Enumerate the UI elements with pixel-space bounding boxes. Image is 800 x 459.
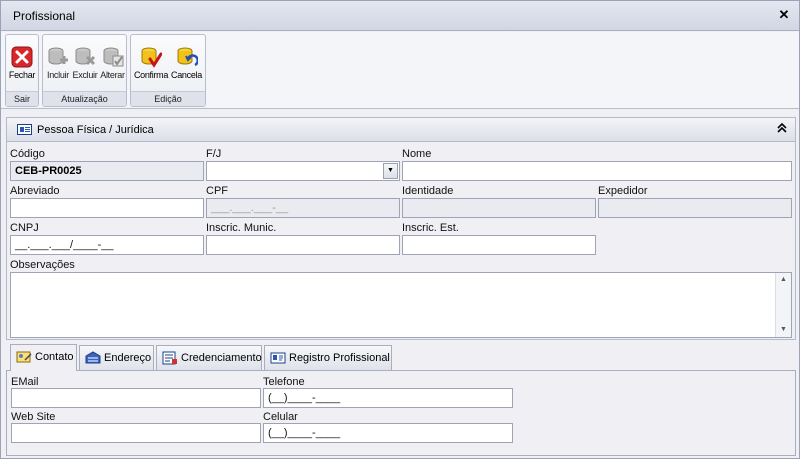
cancela-button[interactable]: Cancela [169, 38, 204, 88]
celular-label: Celular [263, 411, 298, 423]
inscric-munic-label: Inscric. Munic. [206, 222, 277, 234]
pessoa-panel: Pessoa Física / Jurídica Código CEB-PR00… [6, 117, 796, 340]
group-edicao: Confirma Cancela Edição [130, 34, 206, 107]
group-label-sair: Sair [6, 91, 38, 106]
expedidor-field[interactable] [598, 198, 792, 218]
db-edit-icon [103, 47, 123, 67]
scroll-down-icon[interactable]: ▼ [776, 323, 791, 337]
website-label: Web Site [11, 411, 56, 423]
chevron-down-icon[interactable]: ▼ [383, 163, 398, 179]
telefone-field[interactable]: (__)____-____ [263, 388, 513, 408]
alterar-button[interactable]: Alterar [99, 38, 126, 88]
abreviado-field[interactable] [10, 198, 204, 218]
email-label: EMail [11, 376, 39, 388]
identidade-label: Identidade [402, 185, 454, 197]
excluir-label: Excluir [72, 70, 98, 80]
group-atualizacao: Incluir Excluir Alterar Atualização [42, 34, 127, 107]
cnpj-label: CNPJ [10, 222, 39, 234]
scroll-up-icon[interactable]: ▲ [776, 273, 791, 287]
identidade-field[interactable] [402, 198, 596, 218]
observacoes-scrollbar[interactable]: ▲ ▼ [775, 273, 791, 337]
credential-icon [162, 351, 177, 365]
close-window-button[interactable]: ✕ [777, 7, 791, 23]
group-label-atualizacao: Atualização [43, 91, 126, 106]
ribbon-toolbar: Fechar Sair Incluir Excluir Alterar Atua… [1, 32, 799, 109]
collapse-panel-button[interactable] [777, 122, 787, 137]
telefone-label: Telefone [263, 376, 305, 388]
cancela-label: Cancela [171, 70, 202, 80]
db-confirm-icon [141, 47, 162, 68]
id-card-icon [270, 352, 286, 364]
db-delete-icon [75, 47, 96, 66]
pessoa-panel-header: Pessoa Física / Jurídica [7, 118, 795, 142]
codigo-label: Código [10, 148, 45, 160]
tab-contato[interactable]: Contato [10, 344, 77, 371]
fj-label: F/J [206, 148, 222, 160]
cpf-field[interactable]: ___.___.___-__ [206, 198, 400, 218]
tab-credenciamento-label: Credenciamento [181, 352, 262, 364]
alterar-label: Alterar [100, 70, 125, 80]
nome-field[interactable] [402, 161, 792, 181]
confirma-button[interactable]: Confirma [133, 38, 169, 88]
celular-field[interactable]: (__)____-____ [263, 423, 513, 443]
tab-endereco-label: Endereço [104, 352, 152, 364]
expedidor-label: Expedidor [598, 185, 648, 197]
inscric-est-field[interactable] [402, 235, 596, 255]
tab-credenciamento[interactable]: Credenciamento [156, 345, 262, 370]
inscric-munic-field[interactable] [206, 235, 400, 255]
observacoes-textarea[interactable]: ▲ ▼ [10, 272, 792, 338]
address-icon [85, 351, 101, 364]
email-field[interactable] [11, 388, 261, 408]
contato-tab-page: EMail Telefone (__)____-____ Web Site Ce… [6, 370, 796, 456]
fechar-label: Fechar [8, 70, 36, 80]
observacoes-label: Observações [10, 259, 75, 271]
fechar-button[interactable]: Fechar [6, 38, 38, 88]
incluir-label: Incluir [47, 70, 69, 80]
db-add-icon [48, 47, 68, 65]
pessoa-panel-title: Pessoa Física / Jurídica [37, 124, 154, 136]
tab-contato-label: Contato [35, 351, 74, 363]
cnpj-field[interactable]: __.___.___/____-__ [10, 235, 204, 255]
contact-icon [16, 351, 32, 363]
tab-registro-profissional[interactable]: Registro Profissional [264, 345, 392, 370]
tab-endereco[interactable]: Endereço [79, 345, 154, 370]
fj-select[interactable]: ▼ [206, 161, 400, 181]
close-red-icon [11, 46, 33, 68]
confirma-label: Confirma [133, 70, 169, 80]
double-chevron-up-icon [777, 122, 787, 133]
profissional-window: Profissional ✕ Fechar Sair Incluir Exclu… [0, 0, 800, 459]
nome-label: Nome [402, 148, 432, 160]
abreviado-label: Abreviado [10, 185, 60, 197]
codigo-field[interactable]: CEB-PR0025 [10, 161, 204, 181]
cpf-label: CPF [206, 185, 228, 197]
website-field[interactable] [11, 423, 261, 443]
id-card-icon [17, 124, 32, 135]
db-cancel-icon [177, 47, 198, 67]
window-title: Profissional [13, 9, 76, 23]
group-sair: Fechar Sair [5, 34, 39, 107]
group-label-edicao: Edição [131, 91, 205, 106]
excluir-button[interactable]: Excluir [71, 38, 99, 88]
tab-registro-label: Registro Profissional [289, 352, 390, 364]
inscric-est-label: Inscric. Est. [402, 222, 459, 234]
title-bar: Profissional ✕ [1, 1, 799, 31]
incluir-button[interactable]: Incluir [45, 38, 71, 88]
